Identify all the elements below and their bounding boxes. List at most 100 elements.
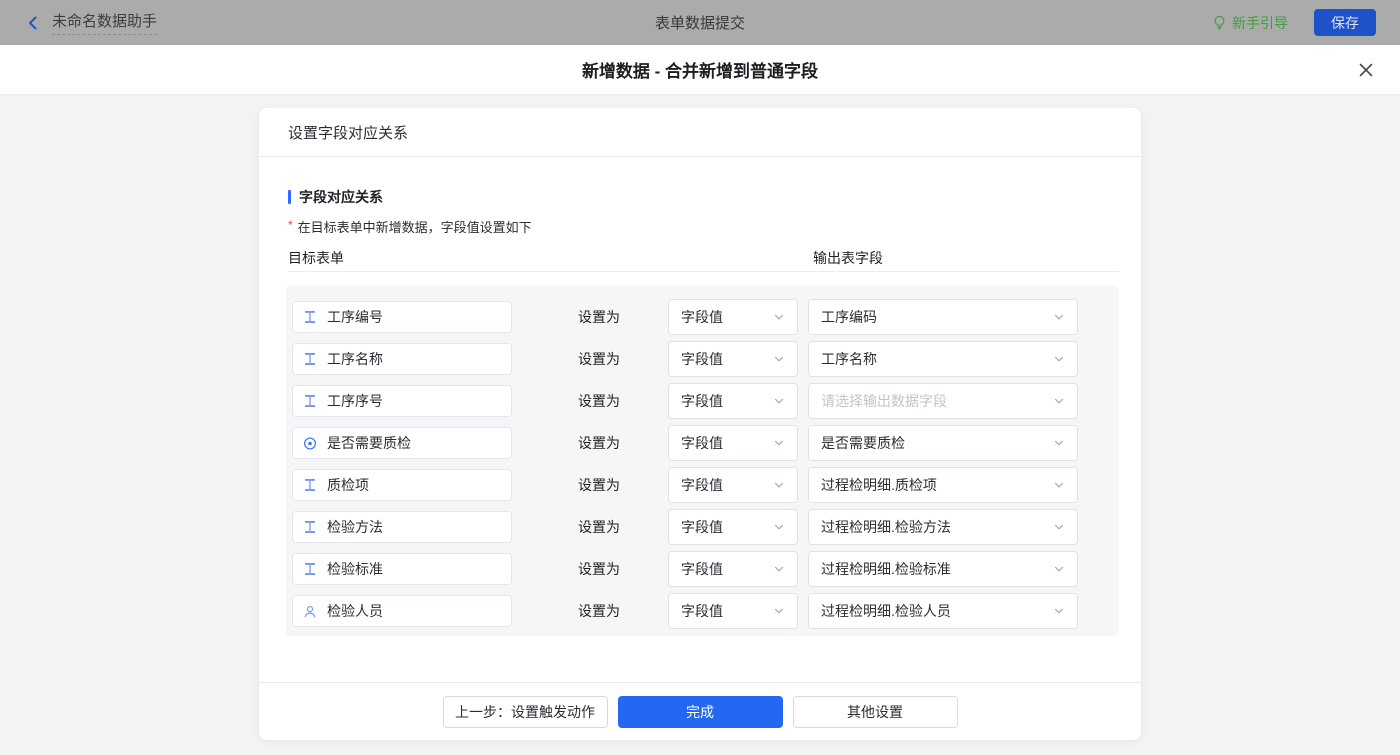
target-field-label: 工序编号 (327, 307, 383, 327)
topbar-right: 新手引导 保存 (1212, 9, 1376, 36)
text-field-icon (303, 520, 317, 534)
back-icon[interactable] (24, 14, 42, 32)
target-field-label: 是否需要质检 (327, 433, 411, 453)
value-type-select[interactable]: 字段值 (668, 425, 798, 461)
set-as-label: 设置为 (578, 559, 620, 579)
note: * 在目标表单中新增数据，字段值设置如下 (288, 217, 1119, 236)
target-field-input[interactable]: 检验标准 (292, 553, 512, 585)
output-field-value: 工序编码 (821, 307, 877, 327)
value-type-value: 字段值 (681, 433, 723, 453)
chevron-down-icon (1053, 521, 1065, 533)
chevron-down-icon (1053, 563, 1065, 575)
set-as-label: 设置为 (578, 433, 620, 453)
output-field-value: 过程检明细.检验标准 (821, 559, 951, 579)
section-title: 字段对应关系 (288, 187, 1119, 207)
chevron-down-icon (773, 605, 785, 617)
mapping-row: 检验标准 设置为 字段值 过程检明细.检验标准 (292, 551, 1119, 587)
card-body: 字段对应关系 * 在目标表单中新增数据，字段值设置如下 目标表单 输出表字段 工… (259, 157, 1141, 682)
set-as-label: 设置为 (578, 349, 620, 369)
chevron-down-icon (773, 437, 785, 449)
text-field-icon (303, 478, 317, 492)
target-field-label: 工序名称 (327, 349, 383, 369)
set-as-label: 设置为 (578, 475, 620, 495)
radio-icon (303, 436, 317, 450)
mapping-rows: 工序编号设置为字段值工序编码工序名称设置为字段值工序名称工序序号设置为字段值请选… (286, 286, 1119, 636)
section-label: 字段对应关系 (299, 187, 383, 207)
output-field-value: 请选择输出数据字段 (821, 391, 947, 411)
chevron-down-icon (773, 353, 785, 365)
output-field-value: 过程检明细.检验方法 (821, 517, 951, 537)
assistant-name[interactable]: 未命名数据助手 (52, 10, 157, 35)
modal-body: 设置字段对应关系 字段对应关系 * 在目标表单中新增数据，字段值设置如下 目标表… (0, 95, 1400, 755)
chevron-down-icon (1053, 311, 1065, 323)
other-settings-button[interactable]: 其他设置 (793, 696, 958, 728)
value-type-value: 字段值 (681, 601, 723, 621)
text-field-icon (303, 352, 317, 366)
column-header-output-field: 输出表字段 (813, 248, 883, 268)
chevron-down-icon (1053, 437, 1065, 449)
set-as-label: 设置为 (578, 307, 620, 327)
target-field-input[interactable]: 质检项 (292, 469, 512, 501)
chevron-down-icon (1053, 395, 1065, 407)
chevron-down-icon (1053, 605, 1065, 617)
output-field-select[interactable]: 过程检明细.检验方法 (808, 509, 1078, 545)
target-field-label: 检验人员 (327, 601, 383, 621)
target-field-input[interactable]: 检验方法 (292, 511, 512, 543)
output-field-value: 工序名称 (821, 349, 877, 369)
mapping-card: 设置字段对应关系 字段对应关系 * 在目标表单中新增数据，字段值设置如下 目标表… (259, 108, 1141, 740)
modal-title: 新增数据 - 合并新增到普通字段 (582, 57, 818, 82)
output-field-select[interactable]: 过程检明细.质检项 (808, 467, 1078, 503)
output-field-select[interactable]: 是否需要质检 (808, 425, 1078, 461)
chevron-down-icon (773, 521, 785, 533)
value-type-select[interactable]: 字段值 (668, 551, 798, 587)
target-field-input[interactable]: 工序名称 (292, 343, 512, 375)
column-headers: 目标表单 输出表字段 (288, 248, 1119, 266)
chevron-down-icon (773, 311, 785, 323)
section-accent-bar (288, 190, 291, 204)
text-field-icon (303, 394, 317, 408)
chevron-down-icon (773, 479, 785, 491)
mapping-row: 工序编号 设置为 字段值 工序编码 (292, 299, 1119, 335)
save-button[interactable]: 保存 (1314, 9, 1376, 36)
target-field-input[interactable]: 工序编号 (292, 301, 512, 333)
topbar-left: 未命名数据助手 (24, 10, 157, 35)
mapping-row: 质检项 设置为 字段值 过程检明细.质检项 (292, 467, 1119, 503)
topbar: 未命名数据助手 表单数据提交 新手引导 保存 (0, 0, 1400, 45)
target-field-label: 检验方法 (327, 517, 383, 537)
value-type-select[interactable]: 字段值 (668, 593, 798, 629)
value-type-select[interactable]: 字段值 (668, 467, 798, 503)
mapping-row: 工序序号设置为字段值请选择输出数据字段 (292, 383, 1119, 419)
target-field-input[interactable]: 是否需要质检 (292, 427, 512, 459)
output-field-value: 过程检明细.质检项 (821, 475, 937, 495)
output-field-select[interactable]: 过程检明细.检验标准 (808, 551, 1078, 587)
modal-header: 新增数据 - 合并新增到普通字段 (0, 45, 1400, 95)
value-type-select[interactable]: 字段值 (668, 509, 798, 545)
mapping-row: 检验人员设置为字段值过程检明细.检验人员 (292, 593, 1119, 629)
target-field-input[interactable]: 检验人员 (292, 595, 512, 627)
output-field-select[interactable]: 请选择输出数据字段 (808, 383, 1078, 419)
value-type-value: 字段值 (681, 349, 723, 369)
output-field-select[interactable]: 过程检明细.检验人员 (808, 593, 1078, 629)
close-icon[interactable] (1358, 62, 1374, 78)
done-button[interactable]: 完成 (618, 696, 783, 728)
value-type-value: 字段值 (681, 517, 723, 537)
guide-link[interactable]: 新手引导 (1212, 13, 1288, 33)
value-type-select[interactable]: 字段值 (668, 299, 798, 335)
output-field-select[interactable]: 工序名称 (808, 341, 1078, 377)
mapping-row: 是否需要质检 设置为 字段值 是否需要质检 (292, 425, 1119, 461)
value-type-value: 字段值 (681, 475, 723, 495)
value-type-select[interactable]: 字段值 (668, 383, 798, 419)
value-type-value: 字段值 (681, 307, 723, 327)
output-field-select[interactable]: 工序编码 (808, 299, 1078, 335)
text-field-icon (303, 562, 317, 576)
note-text: 在目标表单中新增数据，字段值设置如下 (298, 217, 532, 236)
previous-step-button[interactable]: 上一步：设置触发动作 (443, 696, 608, 728)
target-field-input[interactable]: 工序序号 (292, 385, 512, 417)
column-header-target-form: 目标表单 (288, 250, 344, 266)
output-field-value: 过程检明细.检验人员 (821, 601, 951, 621)
card-header: 设置字段对应关系 (259, 108, 1141, 157)
guide-label: 新手引导 (1232, 13, 1288, 33)
value-type-select[interactable]: 字段值 (668, 341, 798, 377)
text-field-icon (303, 310, 317, 324)
value-type-value: 字段值 (681, 559, 723, 579)
